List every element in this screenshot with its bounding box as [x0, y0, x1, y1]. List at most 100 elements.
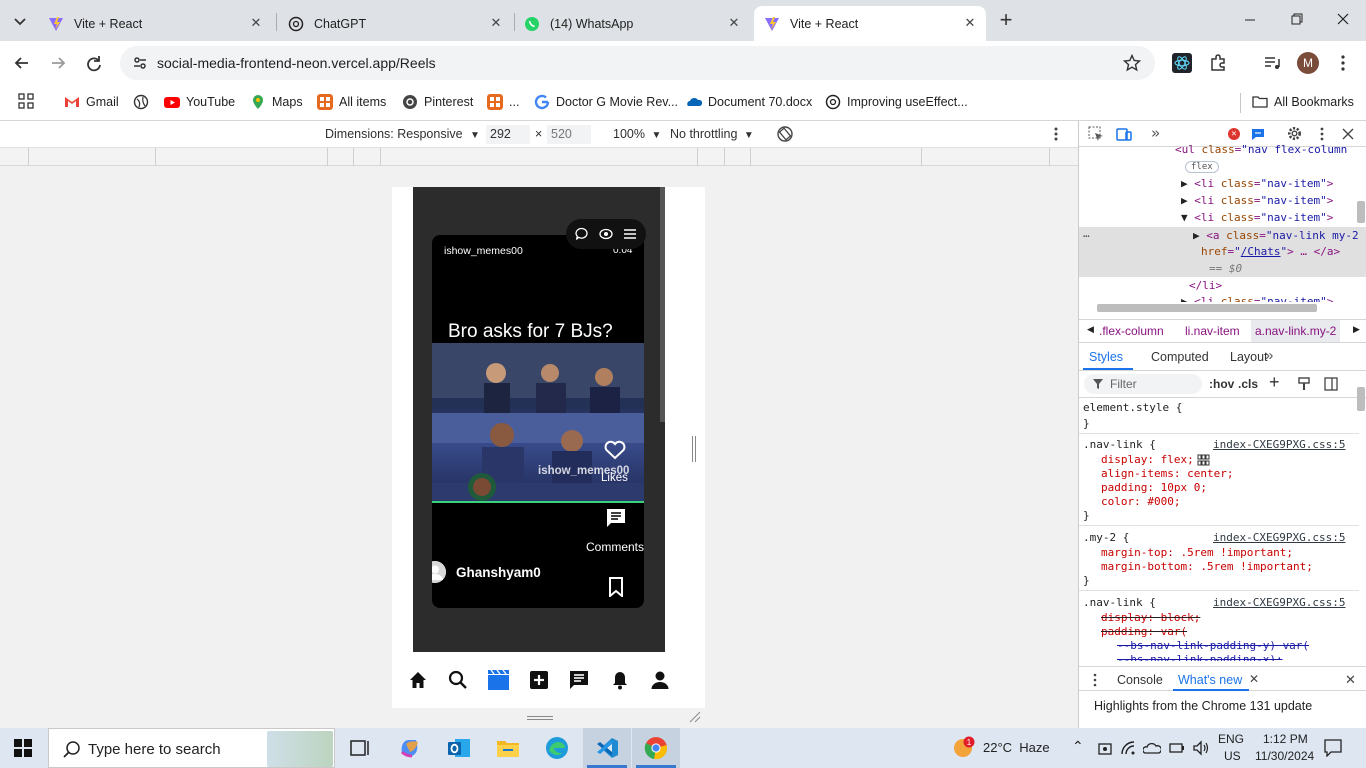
profile-person-icon[interactable] — [650, 670, 670, 690]
cls-toggle[interactable]: .cls — [1238, 377, 1258, 391]
dom-line-li-3[interactable]: ▼ <li class="nav-item"> — [1181, 211, 1333, 224]
file-explorer-icon[interactable] — [496, 736, 520, 760]
breadcrumb-flex-column[interactable]: .flex-column — [1099, 324, 1164, 338]
extensions-puzzle-icon[interactable] — [1208, 53, 1228, 73]
paint-brush-icon[interactable] — [1297, 377, 1311, 391]
flex-badge[interactable]: flex — [1185, 161, 1219, 173]
menu-lines-icon[interactable] — [623, 227, 637, 241]
tab-3[interactable]: (14) WhatsApp ✕ — [518, 6, 750, 41]
nav-link-bootstrap-source-link[interactable]: index-CXEG9PXG.css:5 — [1213, 596, 1345, 609]
meet-now-icon[interactable] — [1097, 740, 1113, 756]
reload-button[interactable] — [84, 53, 104, 73]
corner-resize-icon[interactable] — [688, 710, 702, 724]
settings-gear-icon[interactable] — [1286, 125, 1303, 142]
bookmark-save-icon[interactable] — [608, 577, 624, 597]
back-button[interactable] — [12, 53, 32, 73]
throttling-select[interactable]: No throttling ▼ — [670, 127, 754, 141]
close-window-button[interactable] — [1333, 12, 1353, 28]
bookmark-gmail[interactable]: Gmail — [64, 92, 119, 112]
reels-scrollbar[interactable] — [660, 187, 665, 422]
styles-filter-input[interactable]: Filter — [1084, 374, 1202, 394]
tab-4-active[interactable]: Vite + React ✕ — [754, 6, 986, 41]
author-name[interactable]: Ghanshyam0 — [456, 565, 541, 580]
nav-link-source-link[interactable]: index-CXEG9PXG.css:5 — [1213, 438, 1345, 451]
devtools-more-tabs-icon[interactable]: » — [1151, 124, 1160, 142]
bookmark-all-items[interactable]: All items — [317, 92, 386, 112]
clock-date[interactable]: 11/30/2024 — [1255, 749, 1314, 763]
address-bar[interactable]: social-media-frontend-neon.vercel.app/Re… — [120, 46, 1155, 80]
drawer-tab-whats-new[interactable]: What's new — [1178, 673, 1242, 687]
inspect-element-icon[interactable] — [1088, 126, 1104, 142]
dom-line-li-close[interactable]: </li> — [1189, 279, 1222, 292]
drawer-tab-console[interactable]: Console — [1117, 673, 1163, 687]
decl-align-items[interactable]: align-items: center; — [1101, 467, 1233, 480]
toggle-sidebar-icon[interactable] — [1324, 377, 1338, 391]
flexbox-editor-icon[interactable] — [1197, 454, 1211, 466]
region-indicator[interactable]: US — [1224, 749, 1241, 763]
tab-layout[interactable]: Layout — [1230, 350, 1268, 364]
edge-icon[interactable] — [545, 736, 569, 760]
home-icon[interactable] — [408, 670, 428, 690]
breadcrumb-prev-icon[interactable]: ◀ — [1087, 324, 1094, 335]
my-2-source-link[interactable]: index-CXEG9PXG.css:5 — [1213, 531, 1345, 544]
forward-button[interactable] — [48, 53, 68, 73]
comment-icon[interactable] — [605, 507, 627, 529]
decl-display-overridden[interactable]: display: block; — [1101, 611, 1200, 624]
reel-card[interactable]: ishow_memes00 0:04 Bro asks for 7 BJs? i… — [432, 235, 644, 608]
width-input[interactable]: 292 — [486, 125, 530, 144]
show-hidden-icons[interactable]: ⌃ — [1072, 738, 1084, 755]
dom-line-li-1[interactable]: ▶ <li class="nav-item"> — [1181, 177, 1333, 190]
vscode-icon[interactable] — [595, 736, 619, 760]
onedrive-cloud-icon[interactable] — [1143, 741, 1161, 755]
all-bookmarks[interactable]: All Bookmarks — [1252, 92, 1354, 112]
bottom-resize-handle[interactable] — [527, 716, 553, 720]
height-input[interactable]: 520 — [547, 125, 591, 144]
device-toolbar-menu-icon[interactable] — [1050, 126, 1062, 142]
tab-close-icon[interactable]: ✕ — [962, 15, 978, 31]
weather-icon[interactable]: 1 — [952, 736, 976, 758]
errors-badge-icon[interactable]: ✕ — [1228, 128, 1240, 140]
decl-padding-overridden[interactable]: padding: var( — [1101, 625, 1187, 638]
taskbar-search-box[interactable]: Type here to search — [48, 728, 335, 768]
close-devtools-icon[interactable] — [1341, 127, 1355, 141]
breadcrumb-a-nav-link[interactable]: a.nav-link.my-2 — [1251, 320, 1341, 342]
bookmark-document-70[interactable]: Document 70.docx — [686, 92, 812, 112]
bookmark-improving-useeffect[interactable]: Improving useEffect... — [825, 92, 968, 112]
profile-avatar[interactable]: M — [1297, 52, 1319, 74]
tab-styles[interactable]: Styles — [1089, 350, 1123, 364]
dom-line-ul[interactable]: <ul class="nav flex-column — [1175, 143, 1347, 156]
add-rule-icon[interactable]: + — [1269, 372, 1280, 393]
like-heart-icon[interactable] — [604, 440, 626, 460]
url-text[interactable]: social-media-frontend-neon.vercel.app/Re… — [157, 55, 436, 71]
bookmark-youtube[interactable]: YouTube — [164, 92, 235, 112]
breadcrumb-li-nav-item[interactable]: li.nav-item — [1185, 324, 1240, 338]
hov-toggle[interactable]: :hov — [1209, 377, 1234, 391]
copilot-icon[interactable] — [398, 736, 422, 760]
weather-text[interactable]: 22°C Haze — [983, 740, 1050, 755]
chat-bubble-icon[interactable] — [575, 227, 589, 241]
breadcrumb-next-icon[interactable]: ▶ — [1353, 324, 1360, 335]
reels-icon[interactable] — [488, 670, 509, 690]
decl-padding[interactable]: padding: 10px 0; — [1101, 481, 1207, 494]
chats-icon[interactable] — [569, 670, 589, 690]
notifications-bell-icon[interactable] — [610, 670, 630, 690]
task-view-icon[interactable] — [348, 736, 372, 760]
dom-line-li-2[interactable]: ▶ <li class="nav-item"> — [1181, 194, 1333, 207]
right-resize-handle[interactable] — [692, 436, 696, 462]
decl-margin-bottom[interactable]: margin-bottom: .5rem !important; — [1101, 560, 1313, 573]
issues-badge-icon[interactable] — [1251, 128, 1265, 141]
nav-link-selector[interactable]: .nav-link { — [1083, 438, 1156, 451]
search-icon[interactable] — [448, 670, 468, 690]
elements-horizontal-scrollbar[interactable] — [1097, 304, 1317, 312]
notifications-center-icon[interactable] — [1324, 739, 1342, 757]
clock-time[interactable]: 1:12 PM — [1263, 732, 1308, 746]
nav-link-bootstrap-selector[interactable]: .nav-link { — [1083, 596, 1156, 609]
chrome-menu-icon[interactable] — [1333, 53, 1353, 73]
rotate-icon[interactable] — [776, 125, 794, 143]
bookmark-ellipsis[interactable]: ... — [487, 92, 519, 112]
dom-line-href[interactable]: href="/Chats"> … </a> — [1201, 245, 1340, 258]
windows-start-icon[interactable] — [14, 739, 32, 757]
tab-close-icon[interactable]: ✕ — [726, 15, 742, 31]
close-drawer-icon[interactable]: ✕ — [1345, 672, 1356, 688]
tab-computed[interactable]: Computed — [1151, 350, 1209, 364]
